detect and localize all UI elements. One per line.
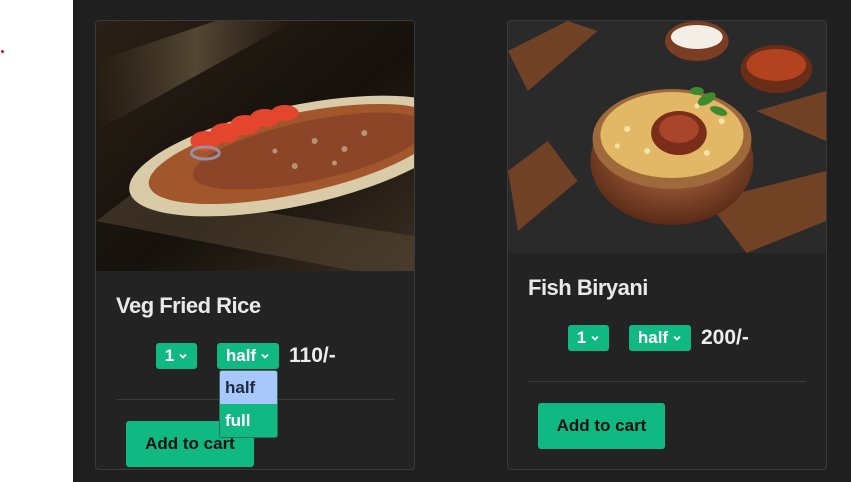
chevron-down-icon: [261, 353, 269, 359]
menu-card-fish-biryani: Fish Biryani 1 half 200/- Add to cart: [507, 20, 827, 470]
item-price: 110/-: [289, 344, 336, 367]
chevron-down-icon: [179, 353, 187, 359]
item-price: 200/-: [701, 326, 749, 349]
portion-value: half: [637, 328, 669, 347]
portion-select[interactable]: half: [217, 343, 279, 369]
dropdown-option-full[interactable]: full: [220, 404, 277, 437]
red-dot-marker: [1, 50, 4, 53]
dropdown-option-half[interactable]: half: [220, 371, 277, 404]
add-to-cart-button[interactable]: Add to cart: [538, 403, 665, 449]
portion-select[interactable]: half: [629, 325, 691, 351]
quantity-select[interactable]: 1: [156, 343, 197, 369]
veg-fried-rice-photo: [96, 21, 414, 271]
chevron-down-icon: [591, 335, 599, 341]
item-title: Fish Biryani: [528, 275, 648, 300]
quantity-value: 1: [164, 346, 175, 365]
quantity-select[interactable]: 1: [568, 325, 609, 351]
portion-dropdown-list: half full: [219, 370, 278, 438]
quantity-value: 1: [576, 328, 587, 347]
portion-value: half: [225, 346, 257, 365]
item-title: Veg Fried Rice: [116, 293, 261, 318]
fish-biryani-photo: [508, 21, 826, 253]
card-divider: [528, 381, 806, 382]
chevron-down-icon: [673, 335, 681, 341]
